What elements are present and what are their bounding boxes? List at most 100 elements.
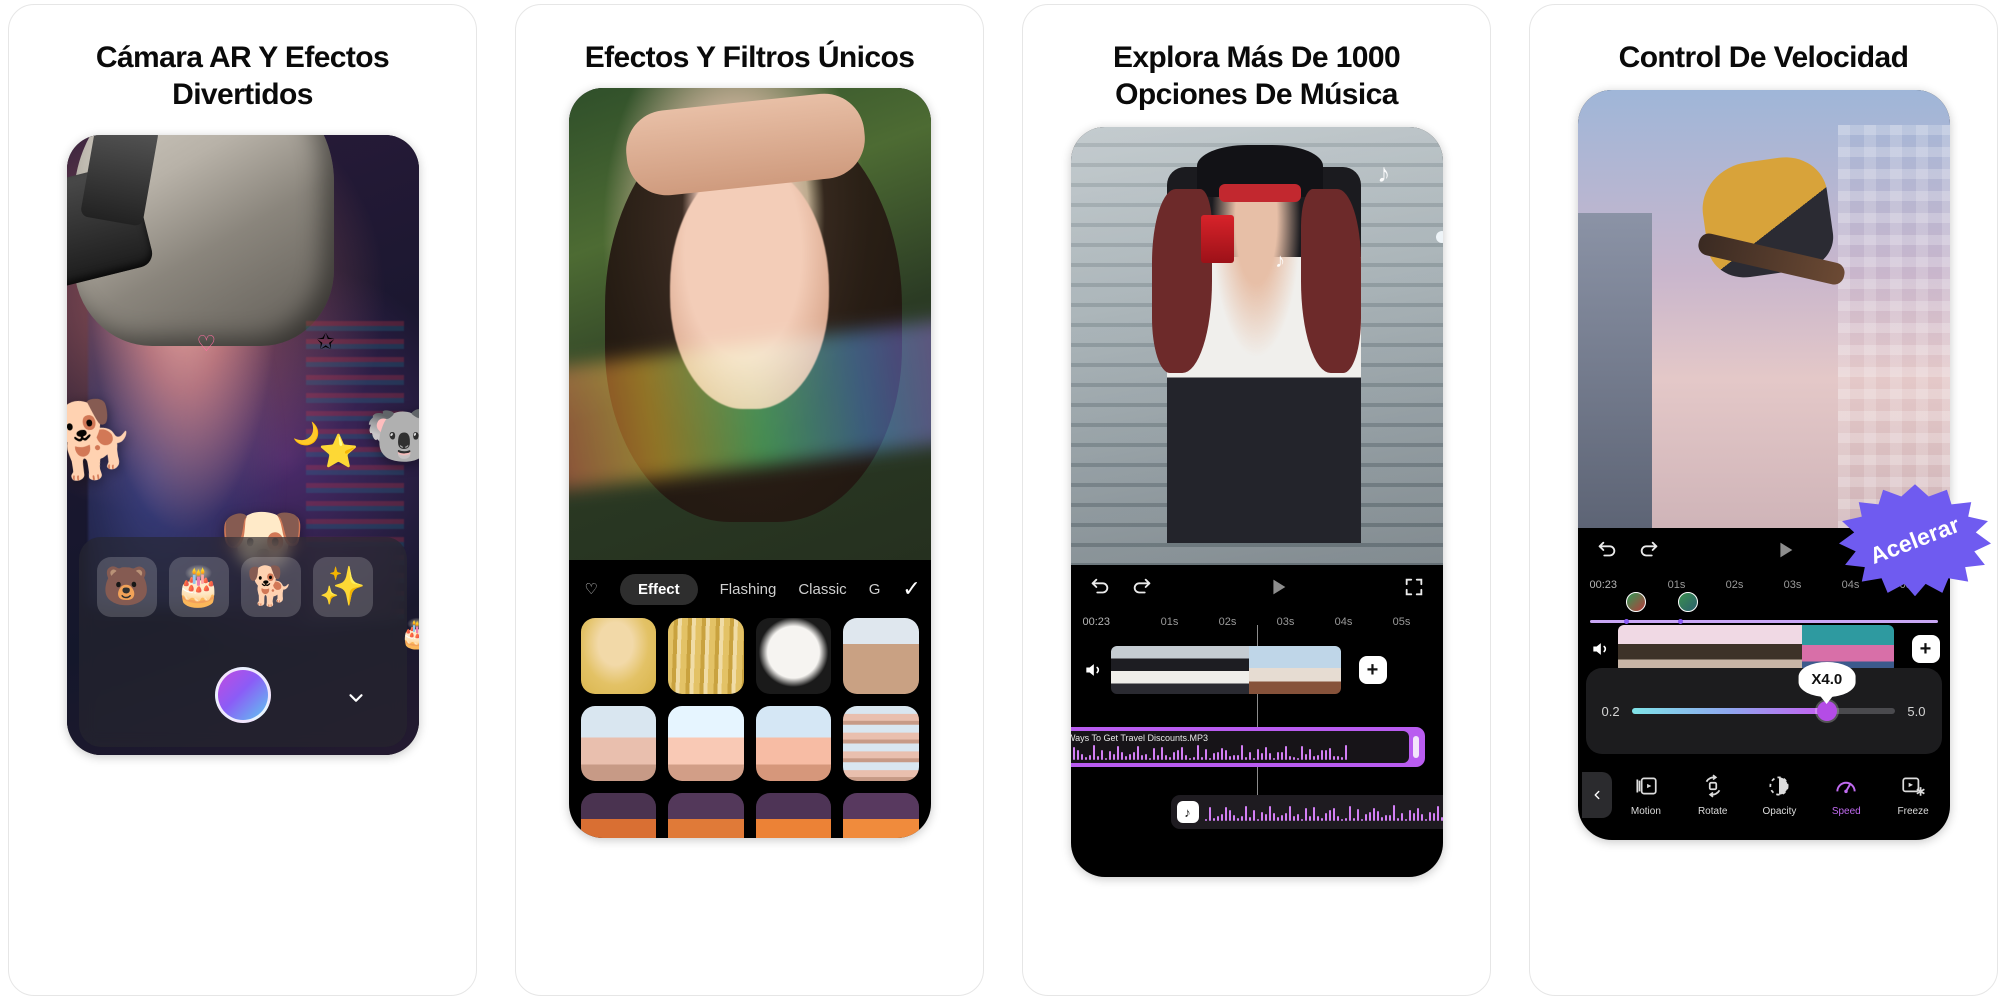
effect-thumbnail[interactable] [755,618,831,694]
effect-thumbnail[interactable] [668,705,744,782]
screenshot-card-effects-filters: Efectos Y Filtros Únicos ♡ Effect Flashi… [515,4,984,996]
tool-opacity[interactable]: Opacity [1747,773,1812,817]
phone-frame: ♡ ✩ 🐕 🐨 🐶 ⭐ 🌙 🐻 🎂 🐕 ✨ 🎂 [66,135,419,756]
video-clip-thumbnail[interactable] [1294,646,1341,695]
effect-thumbnail[interactable] [755,705,831,782]
effect-thumbnail[interactable] [580,793,656,839]
opacity-icon [1769,776,1790,796]
music-note-icon: ♪ [1176,801,1199,824]
keyframe-row [1625,592,1698,613]
music-note-icon: ♪ [1377,158,1391,189]
ruler-tick: 01s [1667,579,1686,592]
soda-can [1200,214,1235,264]
sticker-picker-sheet: 🐻 🎂 🐕 ✨ [78,537,407,748]
video-clip-thumbnail[interactable] [1110,646,1157,695]
speed-slider-knob[interactable] [1816,701,1837,722]
stars-sticker-icon: ⭐ [318,433,359,470]
video-preview [1577,90,1950,529]
rotate-icon [1705,774,1720,798]
video-clip-thumbnail[interactable] [1755,625,1802,674]
tool-label: Speed [1831,806,1861,818]
drag-handle[interactable] [1435,231,1443,244]
tool-label: Rotate [1697,806,1728,818]
keyframe-marker[interactable] [1677,592,1698,613]
music-note-icon: ♪ [1275,250,1286,272]
confirm-check-icon[interactable]: ✓ [902,576,920,602]
phone-mockup-wrapper: 00:23 01s 02s 03s 04s 05s [1530,76,1997,995]
video-clip-thumbnail[interactable] [1663,625,1710,674]
music-clip[interactable]: ee Ways To Get Travel Discounts.MP3 [1070,727,1425,768]
undo-icon[interactable] [1089,576,1111,598]
secondary-music-clip[interactable]: ♪ [1170,795,1443,830]
ruler-tick: 00:23 [1082,616,1111,629]
clip-strip[interactable] [1110,646,1341,695]
effect-thumbnail[interactable] [580,705,656,782]
volume-icon[interactable] [1590,639,1610,659]
play-icon[interactable] [1267,576,1289,598]
screenshot-card-speed-control: Control De Velocidad 00:23 01s 02s 03s 0… [1529,4,1998,996]
effect-thumbnail[interactable] [843,705,919,782]
play-icon[interactable] [1774,539,1796,561]
tool-label: Motion [1630,806,1661,818]
phone-mockup-wrapper: ♡ Effect Flashing Classic G ✓ [516,76,983,995]
speed-value-bubble: X4.0 [1798,662,1856,698]
capture-button[interactable] [214,667,271,724]
cupcake-sticker-icon: 🎂 [400,617,419,650]
sticker-list: 🐻 🎂 🐕 ✨ [96,557,419,618]
tool-speed[interactable]: Speed [1814,773,1879,817]
tool-label: Freeze [1897,806,1929,818]
back-chevron-icon[interactable] [1581,772,1612,819]
sticker-item-bear[interactable]: 🐻 [96,557,157,618]
effect-thumbnail[interactable] [580,618,656,694]
shiba-face-sticker-icon: 🐕 [66,392,142,488]
tab-classic[interactable]: Classic [798,581,846,598]
effect-thumbnail[interactable] [755,793,831,839]
volume-icon[interactable] [1083,660,1103,680]
speed-slider[interactable]: X4.0 [1631,662,1896,722]
ruler-tick: 01s [1160,616,1179,629]
speed-slider-panel: 0.2 X4.0 5.0 [1585,662,1942,755]
tool-freeze[interactable]: Freeze [1881,773,1946,817]
undo-icon[interactable] [1596,539,1618,561]
add-clip-button[interactable]: + [1358,656,1387,685]
effect-thumbnail[interactable] [843,793,919,839]
music-clip-body: ee Ways To Get Travel Discounts.MP3 [1070,731,1409,764]
video-clip-thumbnail[interactable] [1709,625,1756,674]
tool-label: Opacity [1762,806,1797,818]
redo-icon[interactable] [1131,576,1153,598]
chevron-left-icon [1594,790,1599,800]
redo-icon[interactable] [1638,539,1660,561]
video-clip-thumbnail[interactable] [1847,625,1894,674]
editor-tool-bar: Motion Rotate Opacity Speed Freeze [1578,760,1950,840]
page-title: Cámara AR Y Efectos Divertidos [95,41,390,112]
add-clip-button[interactable]: + [1911,635,1940,664]
tool-motion[interactable]: Motion [1614,773,1679,817]
video-clip-thumbnail[interactable] [1617,625,1664,674]
video-clip-thumbnail[interactable] [1248,646,1295,695]
keyframe-marker[interactable] [1625,592,1646,613]
video-clip-thumbnail[interactable] [1156,646,1203,695]
editor-playback-controls [1071,565,1443,609]
app-store-screenshot-gallery: Cámara AR Y Efectos Divertidos ♡ ✩ 🐕 🐨 🐶… [0,0,2006,1004]
page-title: Efectos Y Filtros Únicos [584,41,915,74]
effect-thumbnail[interactable] [668,618,744,694]
tab-flashing[interactable]: Flashing [720,581,777,598]
tab-favorites[interactable]: ♡ [585,580,598,598]
tab-effect[interactable]: Effect [619,573,698,605]
tool-rotate[interactable]: Rotate [1680,773,1745,817]
tab-glitch[interactable]: G [869,581,881,598]
sticker-item-shiba[interactable]: 🐕 [240,557,301,618]
fullscreen-icon[interactable] [1403,576,1425,598]
effect-thumbnail[interactable] [843,618,919,694]
effect-thumbnail[interactable] [668,793,744,839]
chevron-down-icon[interactable] [345,687,367,709]
ruler-tick: 00:23 [1589,579,1618,592]
trim-handle-right[interactable] [1412,736,1419,759]
phone-mockup-wrapper: ♫ ♪ ♪ [1023,113,1490,995]
audio-waveform [1204,803,1443,822]
clip-strip[interactable] [1617,625,1894,674]
sticker-item-cake[interactable]: 🎂 [168,557,229,618]
sticker-item-stars[interactable]: ✨ [312,557,373,618]
ruler-tick: 04s [1334,616,1353,629]
video-clip-thumbnail[interactable] [1202,646,1249,695]
